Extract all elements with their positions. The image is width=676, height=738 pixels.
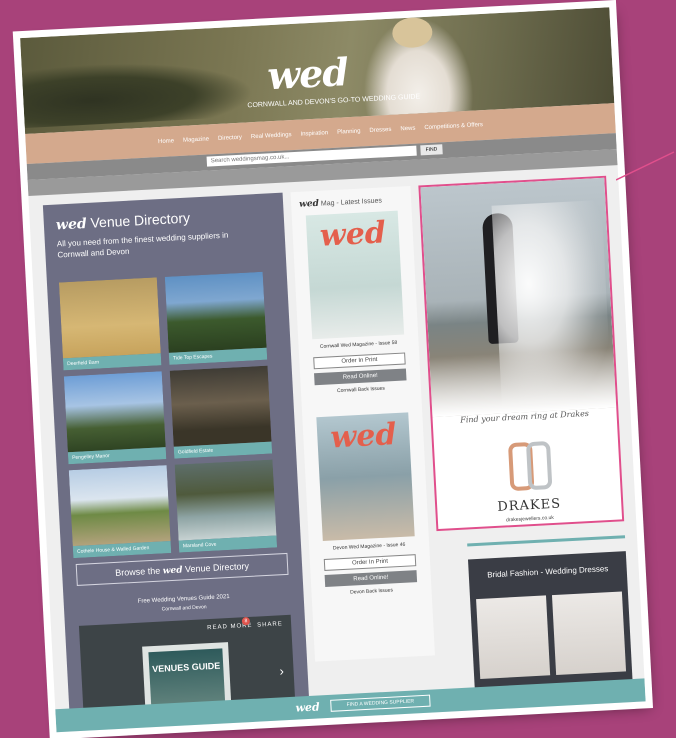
magazine-panel: wed Mag - Latest Issues wed Cornwall Wed…	[290, 185, 435, 662]
venue-directory-logo: wed	[55, 215, 88, 234]
hero-trees-image	[21, 56, 255, 129]
venue-directory-title: wed Venue Directory	[55, 209, 191, 234]
browse-directory-button[interactable]: Browse the wed Venue Directory	[75, 552, 289, 586]
nav-item-competitions[interactable]: Competitions & Offers	[424, 122, 483, 131]
magazine-cover-cornwall[interactable]: wed	[305, 210, 405, 340]
nav-item-real-weddings[interactable]: Real Weddings	[251, 132, 292, 140]
magazine-logo: wed	[298, 198, 320, 210]
dress-photo[interactable]	[551, 591, 627, 675]
annotation-pointer-line	[616, 151, 675, 181]
browse-suffix: Venue Directory	[184, 560, 250, 575]
chevron-right-icon[interactable]: ›	[279, 663, 284, 678]
back-issues-link[interactable]: Cornwall Back Issues	[305, 384, 417, 396]
read-online-button[interactable]: Read Online!	[324, 570, 418, 587]
dress-photo[interactable]	[476, 595, 551, 679]
venue-tile-cothele[interactable]: Cothele House & Walled Garden	[68, 465, 172, 559]
section-divider	[467, 535, 626, 547]
venue-photo	[58, 277, 161, 359]
footer-logo: wed	[295, 700, 321, 715]
order-print-button[interactable]: Order In Print	[313, 352, 406, 370]
nav-item-home[interactable]: Home	[158, 138, 174, 145]
venue-photo	[63, 371, 166, 453]
site-logo[interactable]: wed	[266, 49, 349, 98]
ad-photo-fade	[429, 347, 617, 418]
back-issues-link[interactable]: Devon Back Issues	[315, 586, 427, 598]
drakes-advert[interactable]: Find your dream ring at Drakes DRAKES dr…	[418, 175, 625, 532]
read-online-button[interactable]: Read Online!	[314, 368, 407, 386]
issue-title: Devon Wed Magazine - Issue 46	[332, 541, 406, 552]
share-link[interactable]: SHARE	[257, 621, 283, 628]
issue-title: Cornwall Wed Magazine - Issue 58	[319, 339, 398, 350]
nav-item-inspiration[interactable]: Inspiration	[300, 130, 328, 137]
venue-tile-marsland[interactable]: Marsland Cove	[174, 459, 278, 553]
bridal-fashion-title: Bridal Fashion - Wedding Dresses	[486, 564, 609, 580]
nav-item-magazine[interactable]: Magazine	[183, 136, 209, 143]
venue-tile-goldfield[interactable]: Goldfield Estate	[169, 365, 273, 459]
find-button[interactable]: FIND	[420, 144, 443, 156]
webpage-screenshot: wed CORNWALL AND DEVON'S GO-TO WEDDING G…	[20, 7, 646, 733]
cover-masthead: wed	[319, 215, 387, 254]
nav-item-directory[interactable]: Directory	[218, 135, 242, 142]
browse-prefix: Browse the	[114, 565, 161, 578]
venue-photo	[164, 271, 267, 353]
nav-item-dresses[interactable]: Dresses	[369, 127, 391, 134]
venue-tile-pengelley[interactable]: Pengelley Manor	[63, 371, 167, 465]
order-print-button[interactable]: Order In Print	[323, 554, 417, 571]
venue-photo	[174, 459, 277, 541]
cover-masthead: wed	[329, 417, 398, 456]
nav-item-planning[interactable]: Planning	[337, 128, 361, 135]
browse-logo: wed	[162, 565, 183, 577]
silver-ring-icon	[525, 441, 553, 491]
venue-directory-subtitle: All you need from the finest wedding sup…	[56, 230, 229, 260]
venue-directory-panel: wed Venue Directory All you need from th…	[42, 192, 310, 726]
find-supplier-button[interactable]: FIND A WEDDING SUPPLIER	[330, 694, 431, 712]
magazine-title: wed Mag - Latest Issues	[299, 195, 382, 209]
venue-directory-heading: Venue Directory	[90, 209, 191, 231]
venue-photo	[68, 465, 171, 547]
magazine-heading: Mag - Latest Issues	[320, 197, 383, 208]
nav-item-news[interactable]: News	[400, 126, 415, 133]
venue-photo	[169, 365, 272, 447]
venue-tile-tide-top[interactable]: Tide Top Escapes	[164, 271, 268, 365]
venue-tile-deerfield[interactable]: Deerfield Barn	[58, 277, 162, 371]
magazine-cover-devon[interactable]: wed	[316, 412, 415, 542]
